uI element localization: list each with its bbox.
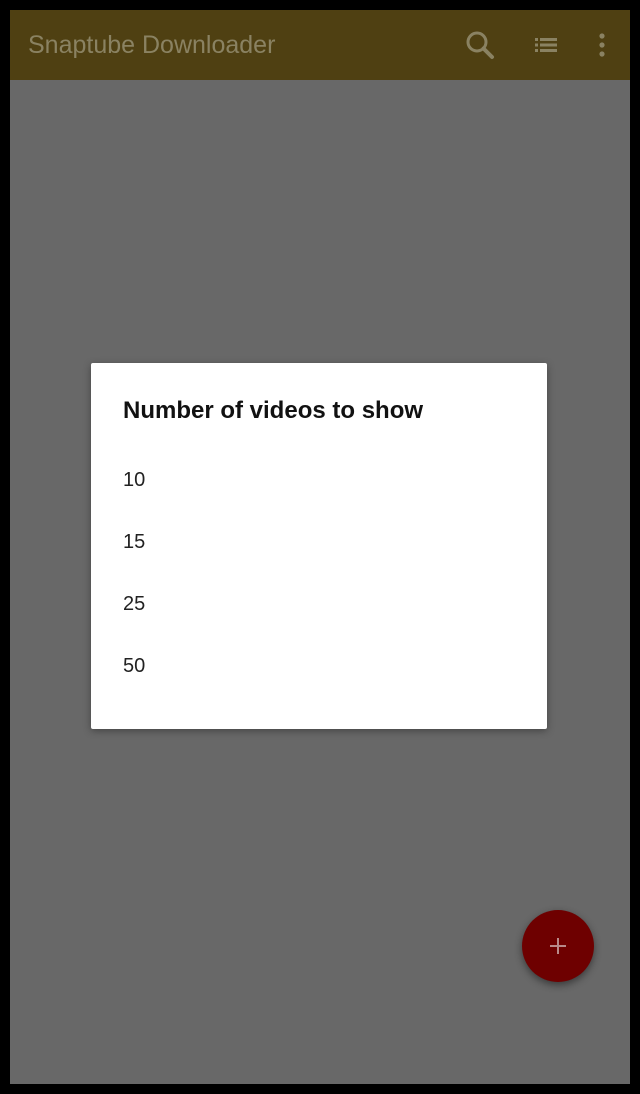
option-label: 10 [123, 469, 146, 491]
list-icon[interactable] [526, 25, 566, 65]
option-15[interactable]: 15 [91, 511, 547, 573]
option-25[interactable]: 25 [91, 573, 547, 635]
option-50[interactable]: 50 [91, 635, 547, 697]
dialog-title: Number of videos to show [123, 397, 424, 424]
app-bar: Snaptube Downloader [10, 10, 630, 80]
option-label: 25 [123, 593, 146, 615]
add-fab-button[interactable] [522, 910, 594, 982]
option-10[interactable]: 10 [91, 449, 547, 511]
app-title: Snaptube Downloader [28, 31, 276, 59]
option-label: 50 [123, 655, 146, 677]
option-label: 15 [123, 531, 146, 553]
more-vert-icon[interactable] [582, 25, 622, 65]
search-icon[interactable] [460, 25, 500, 65]
app-screen: Snaptube Downloader Number of videos to … [10, 10, 630, 1084]
plus-icon [550, 938, 566, 954]
videos-count-dialog: Number of videos to show 10 15 25 50 [91, 363, 547, 729]
